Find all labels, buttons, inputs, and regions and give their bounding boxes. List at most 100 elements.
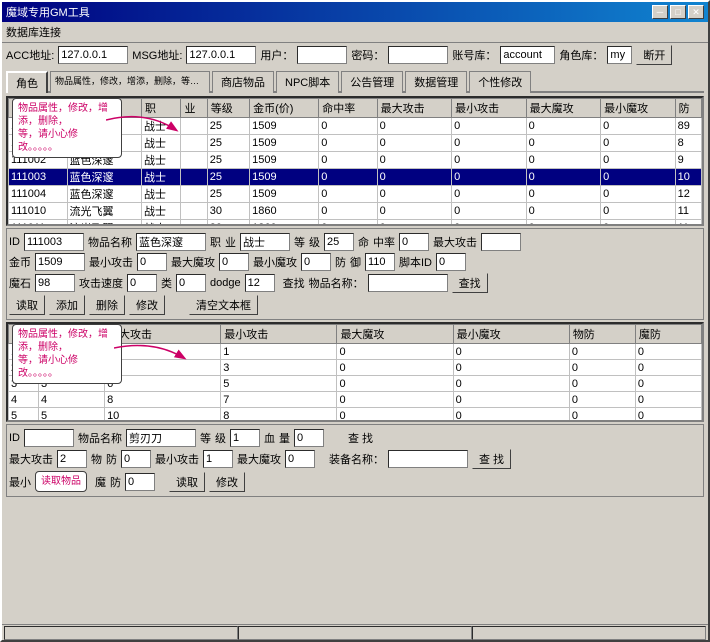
lower-name-field[interactable] <box>126 429 196 447</box>
role-input[interactable] <box>607 46 632 64</box>
gold-label: 金币 <box>9 254 31 270</box>
upper-form-row3: 魔石 攻击速度 类 dodge 查找 物品名称： 查找 <box>9 273 701 293</box>
read-item-annotation: 读取物品 <box>35 471 87 492</box>
menu-item-db[interactable]: 数据库连接 <box>6 27 61 39</box>
type-field[interactable] <box>176 274 206 292</box>
lower-form-row2: 最大攻击 物 防 最小攻击 最大魔攻 装备名称： 查 找 <box>9 449 701 469</box>
search-name-label: 物品名称： <box>309 275 364 291</box>
maxmatk-label: 最大魔攻 <box>171 254 215 270</box>
upper-form-row1: ID 物品名称 职 业 等 级 命 中率 最大攻击 <box>9 233 701 251</box>
lower-col-mdef: 魔防 <box>635 325 701 344</box>
minmatk-field[interactable] <box>301 253 331 271</box>
close-button[interactable]: ✕ <box>688 5 704 19</box>
status-bar <box>2 624 708 640</box>
lower-maxatk-field[interactable] <box>57 450 87 468</box>
tab-role[interactable]: 角色 <box>6 71 48 93</box>
minatk-field[interactable] <box>137 253 167 271</box>
lower-search-title: 查 找 <box>348 430 373 446</box>
dodge-field[interactable] <box>245 274 275 292</box>
status-segment2 <box>238 626 472 640</box>
job-field[interactable] <box>240 233 290 251</box>
lower-hp-sep: 量 <box>279 430 290 446</box>
lower-search-input[interactable] <box>388 450 468 468</box>
lower-pdef-label: 物 <box>91 451 102 467</box>
upper-read-button[interactable]: 读取 <box>9 295 45 315</box>
maximize-button[interactable]: □ <box>670 5 686 19</box>
lower-form-row3: 最小 读取物品 魔 防 读取 修改 <box>9 471 701 492</box>
maxmatk-field[interactable] <box>219 253 249 271</box>
upper-search-input[interactable] <box>368 274 448 292</box>
tab-items[interactable]: 物品属性，修改，增添，删除，等，请小心修改。。 <box>50 71 210 93</box>
menu-bar[interactable]: 数据库连接 <box>2 22 708 43</box>
lower-hp-field[interactable] <box>294 429 324 447</box>
magic-field[interactable] <box>35 274 75 292</box>
lower-mod-button[interactable]: 修改 <box>209 472 245 492</box>
upper-form-row4: 读取 添加 删除 修改 清空文本框 <box>9 295 701 315</box>
minimize-button[interactable]: ─ <box>652 5 668 19</box>
msg-input[interactable] <box>186 46 256 64</box>
tab-notice[interactable]: 公告管理 <box>341 71 403 93</box>
lower-annotation: 物品属性，修改，增添，删除，等，请小心修改。。。。。 <box>12 324 122 384</box>
lower-table-row[interactable]: 551080000 <box>9 408 702 423</box>
lower-name-label: 物品名称 <box>78 430 122 446</box>
lower-col-minatk: 最小攻击 <box>221 325 337 344</box>
col-maxmatk: 最大魔攻 <box>526 99 600 118</box>
atkspeed-field[interactable] <box>127 274 157 292</box>
password-input[interactable] <box>388 46 448 64</box>
upper-clear-button[interactable]: 清空文本框 <box>189 295 258 315</box>
upper-table-row[interactable]: 111004蓝色深邃战士2515090000012 <box>9 186 702 203</box>
lower-pdef-sep: 防 <box>106 451 117 467</box>
lower-read-button[interactable]: 读取 <box>169 472 205 492</box>
lower-level-label: 等 <box>200 430 211 446</box>
connect-button[interactable]: 断开 <box>636 45 672 65</box>
lower-maxmatk-label: 最大魔攻 <box>237 451 281 467</box>
role-label: 角色库： <box>559 47 603 63</box>
lower-mdef-sep: 防 <box>110 474 121 490</box>
main-window: 魔域专用GM工具 ─ □ ✕ 数据库连接 ACC地址: MSG地址: 用户： 密… <box>0 0 710 642</box>
upper-table-row[interactable]: 111003蓝色深邃战士2515090000010 <box>9 169 702 186</box>
upper-search-button[interactable]: 查找 <box>452 273 488 293</box>
lower-id-field[interactable] <box>24 429 74 447</box>
upper-table-row[interactable]: 111011流光飞翼战士3018600000011 <box>9 220 702 227</box>
upper-mod-button[interactable]: 修改 <box>129 295 165 315</box>
lower-pdef-field[interactable] <box>121 450 151 468</box>
upper-add-button[interactable]: 添加 <box>49 295 85 315</box>
hit-field[interactable] <box>399 233 429 251</box>
upper-del-button[interactable]: 删除 <box>89 295 125 315</box>
acc-input[interactable] <box>58 46 128 64</box>
def-field[interactable] <box>365 253 395 271</box>
level-label: 等 <box>294 234 305 250</box>
level-field[interactable] <box>324 233 354 251</box>
minatk-label: 最小攻击 <box>89 254 133 270</box>
lower-maxmatk-field[interactable] <box>285 450 315 468</box>
lower-mdef-field[interactable] <box>125 473 155 491</box>
tab-data[interactable]: 数据管理 <box>405 71 467 93</box>
minmatk-label: 最小魔攻 <box>253 254 297 270</box>
upper-table-row[interactable]: 111010流光飞翼战士3018600000011 <box>9 203 702 220</box>
search-title: 查找 <box>283 275 305 291</box>
col-def: 防 <box>675 99 701 118</box>
window-title: 魔域专用GM工具 <box>6 4 90 20</box>
account-label: 账号库： <box>452 47 496 63</box>
tab-bar: 角色 物品属性，修改，增添，删除，等，请小心修改。。 商店物品 NPC脚本 公告… <box>6 69 704 93</box>
lower-search-button[interactable]: 查 找 <box>472 449 511 469</box>
tab-npc[interactable]: NPC脚本 <box>276 71 339 93</box>
bootid-field[interactable] <box>436 253 466 271</box>
gold-field[interactable] <box>35 253 85 271</box>
lower-level-field[interactable] <box>230 429 260 447</box>
tab-shop[interactable]: 商店物品 <box>212 71 274 93</box>
lower-table-row[interactable]: 44870000 <box>9 392 702 408</box>
lower-form-row1: ID 物品名称 等 级 血 量 查 找 <box>9 429 701 447</box>
maxatk-field[interactable] <box>481 233 521 251</box>
lower-minatk-field[interactable] <box>203 450 233 468</box>
name-field[interactable] <box>136 233 206 251</box>
job-sep: 业 <box>225 234 236 250</box>
tab-personal[interactable]: 个性修改 <box>469 71 531 93</box>
title-bar: 魔域专用GM工具 ─ □ ✕ <box>2 2 708 22</box>
account-input[interactable] <box>500 46 555 64</box>
id-field[interactable] <box>24 233 84 251</box>
level-sep: 级 <box>309 234 320 250</box>
lower-col-pdef: 物防 <box>569 325 635 344</box>
user-input[interactable] <box>297 46 347 64</box>
lower-minmatk-label: 最小 <box>9 474 31 490</box>
